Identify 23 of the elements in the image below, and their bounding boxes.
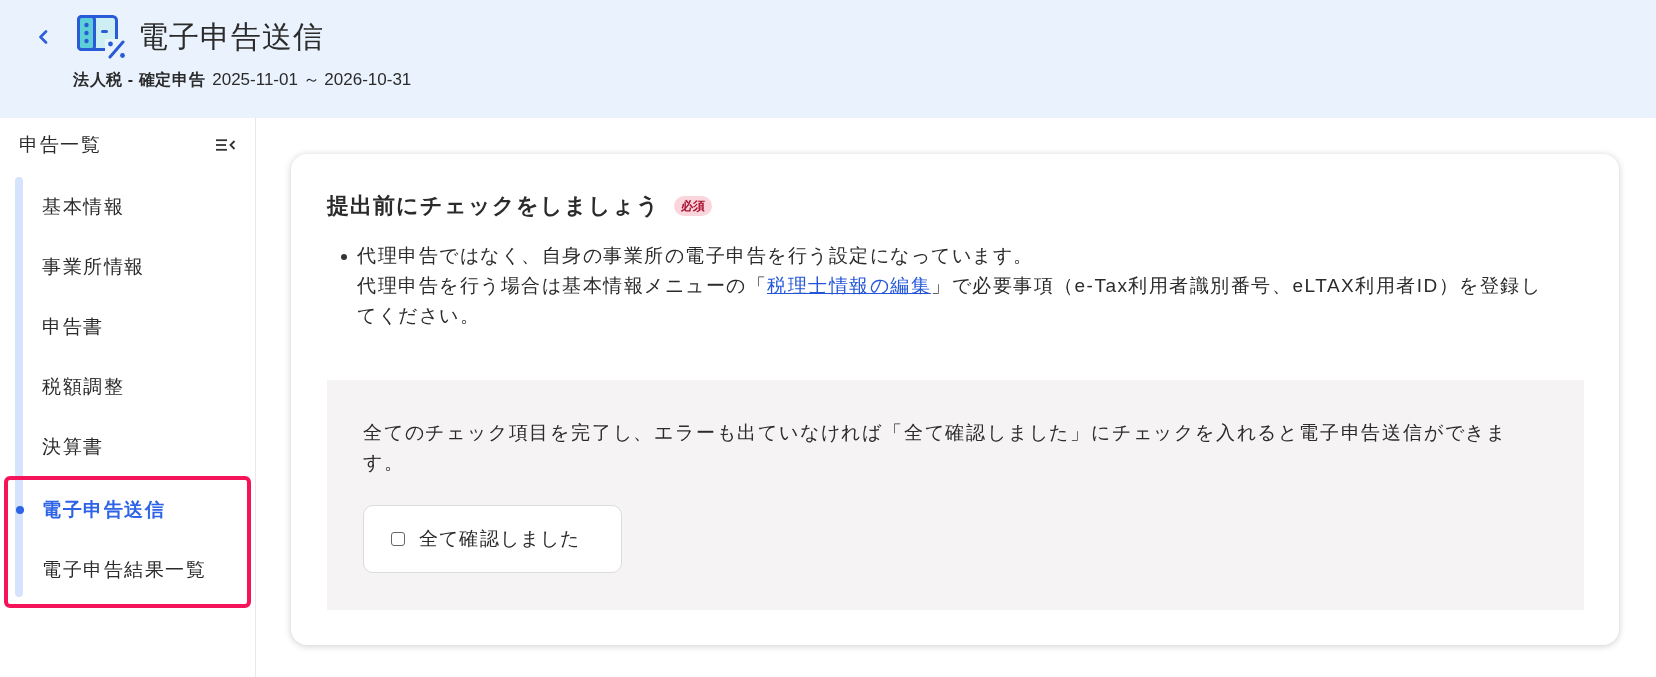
sidebar-item[interactable]: 事業所情報 (42, 237, 145, 297)
collapse-menu-icon[interactable] (215, 138, 236, 151)
filing-type: 法人税 - 確定申告 (73, 70, 206, 90)
required-badge: 必須 (674, 196, 712, 216)
sidebar-title: 申告一覧 (19, 132, 101, 157)
bullet-icon (341, 254, 347, 260)
section-title: 提出前にチェックをしましょう (327, 192, 660, 220)
page-title: 電子申告送信 (138, 19, 324, 55)
notice-text: 代理申告ではなく、自身の事業所の電子申告を行う設定になっています。 代理申告を行う場合は基本情報メニューの「税理士情報の編集」で必要事項（e-Tax利用者識別番号、eLTAX利用者ID）を登録してください。 (357, 244, 1543, 328)
sidebar-item[interactable]: 基本情報 (42, 177, 124, 237)
sidebar-item[interactable]: 電子申告結果一覧 (42, 540, 206, 600)
chevron-left-icon[interactable] (38, 30, 48, 44)
checkbox-icon[interactable] (391, 532, 405, 546)
confirm-checkbox[interactable]: 全て確認しました (363, 505, 622, 573)
sidebar-item[interactable]: 税額調整 (42, 357, 124, 417)
current-dot-icon (16, 506, 24, 514)
edit-tax-accountant-link[interactable]: 税理士情報の編集 (767, 275, 931, 296)
sidebar-item[interactable]: 申告書 (42, 297, 104, 357)
confirm-instructions: 全てのチェック項目を完了し、エラーも出ていなければ「全て確認しました」にチェックを入れると電子申告送信ができます。 (363, 421, 1508, 475)
filing-period: 2025-11-01 ～ 2026-10-31 (212, 69, 412, 91)
document-percent-icon (77, 15, 126, 59)
sidebar-item[interactable]: 電子申告送信 (42, 480, 165, 540)
sidebar-item[interactable]: 決算書 (42, 417, 104, 477)
